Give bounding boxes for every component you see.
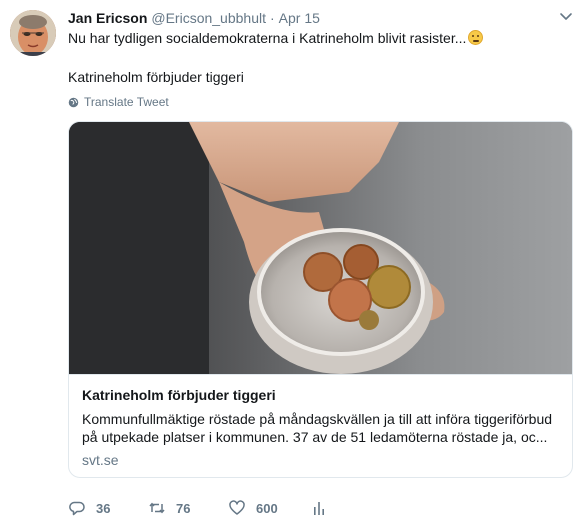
tweet-text: Nu har tydligen socialdemokraterna i Kat… [68,29,484,47]
reply-button[interactable]: 36 [68,499,110,517]
like-count: 600 [256,500,278,516]
retweet-count: 76 [176,500,191,516]
chevron-down-icon[interactable] [559,12,573,22]
card-domain: svt.se [82,452,119,468]
heart-icon [229,500,245,515]
retweet-icon [149,502,165,514]
tweet-header: Jan Ericson @Ericson_ubbhult · Apr 15 [68,9,320,27]
card-description-line2: på utpekade platser i kommunen. 37 av de… [82,429,548,445]
link-card[interactable]: Katrineholm förbjuder tiggeri Kommunfull… [68,121,573,478]
tweet-text-line2: Katrineholm förbjuder tiggeri [68,69,244,85]
card-description: Kommunfullmäktige röstade på måndagskväl… [82,410,562,446]
translate-tweet-link[interactable]: Translate Tweet [68,95,169,109]
like-button[interactable]: 600 [228,499,278,517]
avatar[interactable] [10,10,56,56]
reply-icon [69,501,85,516]
tweet-text-line1: Nu har tydligen socialdemokraterna i Kat… [68,30,467,46]
analytics-icon [314,502,324,515]
card-description-line1: Kommunfullmäktige röstade på måndagskväl… [82,411,553,427]
author-handle[interactable]: @Ericson_ubbhult [151,10,266,26]
translate-label[interactable]: Translate Tweet [84,95,169,109]
tweet-date[interactable]: Apr 15 [279,10,320,26]
author-name[interactable]: Jan Ericson [68,10,147,26]
separator: · [270,10,275,26]
card-body[interactable]: Katrineholm förbjuder tiggeri Kommunfull… [69,374,572,477]
globe-icon [68,97,79,107]
tweet[interactable]: Jan Ericson @Ericson_ubbhult · Apr 15 Nu… [0,0,583,524]
retweet-button[interactable]: 76 [148,499,190,517]
card-image[interactable] [69,122,572,374]
thinking-face-emoji [468,30,484,45]
reply-count: 36 [96,500,111,516]
analytics-button[interactable] [310,499,328,517]
card-title[interactable]: Katrineholm förbjuder tiggeri [82,387,276,403]
